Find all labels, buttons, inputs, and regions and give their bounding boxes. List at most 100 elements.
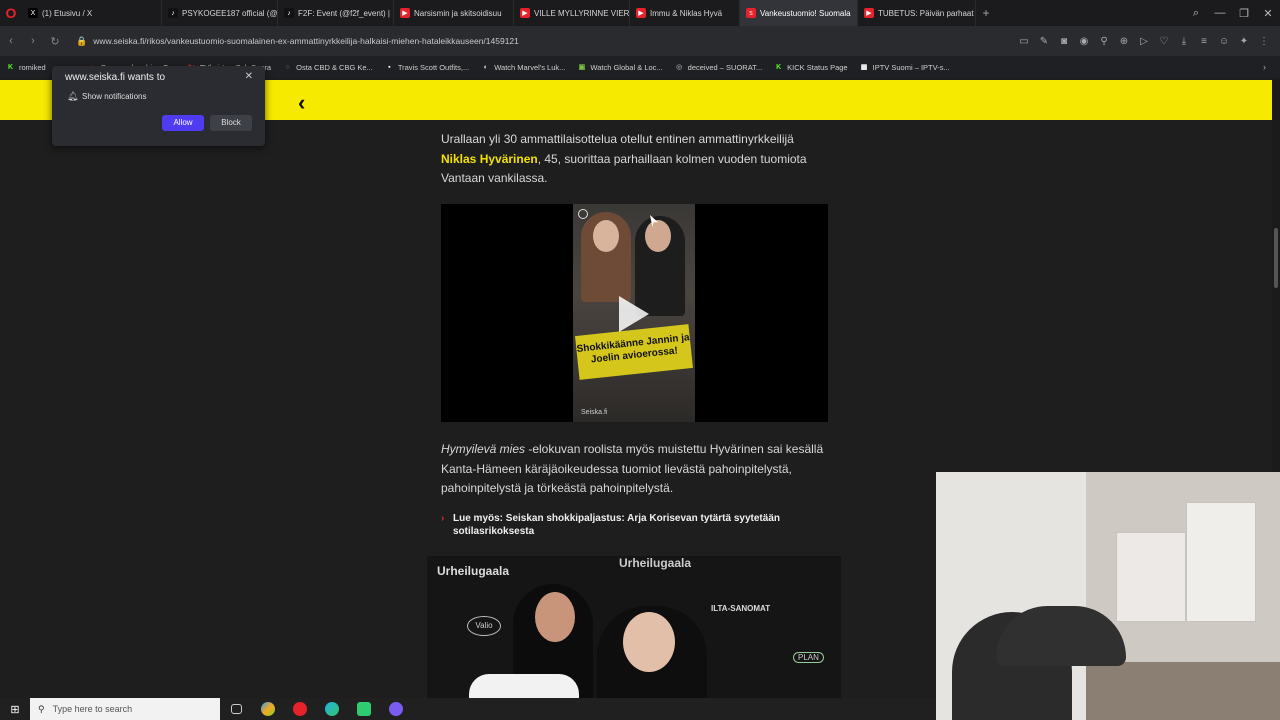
profile-icon[interactable]: ☺ <box>1214 36 1234 47</box>
task-view-icon[interactable] <box>220 698 252 720</box>
search-icon: ⚲ <box>38 703 45 714</box>
opera-taskbar-icon[interactable] <box>284 698 316 720</box>
extension-icon[interactable]: ✦ <box>1234 36 1254 47</box>
forward-button[interactable]: › <box>22 35 44 47</box>
address-tools: ▭ ✎ ◙ ◉ ⚲ ⊕ ▷ ♡ ⤓ ≡ ☺ ✦ ⋮ <box>1014 36 1280 47</box>
photos-app-icon[interactable] <box>252 698 284 720</box>
camera-icon[interactable]: ◙ <box>1054 36 1074 47</box>
browser-tab[interactable]: ▶ Narsismin ja skitsoidisuu <box>394 0 514 26</box>
allow-button[interactable]: Allow <box>162 115 204 131</box>
windows-taskbar: ⊞ ⚲ Type here to search <box>0 698 936 720</box>
zoom-icon[interactable]: ⊕ <box>1114 36 1134 47</box>
windows-start-icon[interactable]: ⊞ <box>0 703 30 716</box>
back-chevron-icon[interactable]: ‹ <box>298 90 305 116</box>
edit-icon[interactable]: ✎ <box>1034 36 1054 47</box>
tab-favicon-icon: ▶ <box>400 8 410 18</box>
tab-label: Narsismin ja skitsoidisuu <box>414 8 502 18</box>
video-banner: Shokkikäänne Jannin ja Joelin avioerossa… <box>575 324 693 380</box>
opera-menu-icon[interactable]: O <box>0 0 22 26</box>
play-icon[interactable] <box>619 296 649 332</box>
photo-sponsor-logo: ILTA-SANOMAT <box>711 604 771 613</box>
bell-icon: 🔔︎ <box>67 91 79 101</box>
bookmark-favicon-icon: ◎ <box>676 64 683 71</box>
bookmark-item[interactable]: ▣ Watch Global & Loc... <box>577 62 663 72</box>
reader-mode-icon[interactable]: ▭ <box>1014 36 1034 47</box>
search-tabs-icon[interactable]: ⌕ <box>1184 7 1208 20</box>
bookmark-label: Travis Scott Outfits,... <box>397 62 470 72</box>
browser-tab[interactable]: ♪ F2F: Event (@f2f_event) | <box>278 0 394 26</box>
video-player[interactable]: Shokkikäänne Jannin ja Joelin avioerossa… <box>441 204 828 422</box>
tab-label: VILLE MYLLYRINNE VIERA <box>534 8 630 18</box>
menu-icon[interactable]: ≡ <box>1194 36 1214 47</box>
browser-tab[interactable]: X (1) Etusivu / X <box>22 0 162 26</box>
photo-face <box>535 592 575 642</box>
bookmarks-overflow-icon[interactable]: › <box>1263 62 1266 72</box>
bookmark-favicon-icon: ▦ <box>860 64 868 71</box>
tab-favicon-icon: ▶ <box>520 8 530 18</box>
bookmark-item[interactable]: ◎ deceived – SUORAT... <box>675 63 762 72</box>
bookmark-favicon-icon: ◐ <box>483 63 488 71</box>
window-controls: ⌕ — ❐ ✕ <box>1184 0 1280 26</box>
photo-logo: Urheilugaala <box>437 564 510 578</box>
maximize-button[interactable]: ❐ <box>1232 7 1256 20</box>
browser-tab[interactable]: ▶ VILLE MYLLYRINNE VIERA <box>514 0 630 26</box>
photo-face <box>623 612 675 672</box>
prompt-text: Show notifications <box>82 92 147 101</box>
webcam-counter <box>1086 662 1280 720</box>
scrollbar-thumb[interactable] <box>1274 228 1278 288</box>
thumbnail-face <box>593 220 619 252</box>
video-info-icon[interactable] <box>578 209 588 219</box>
browser-tab[interactable]: ♪ PSYKOGEE187 official (@p <box>162 0 278 26</box>
block-button[interactable]: Block <box>210 115 252 131</box>
bookmark-item[interactable]: ◐ Watch Marvel's Luk... <box>481 63 566 72</box>
tab-label: PSYKOGEE187 official (@p <box>182 8 278 18</box>
new-tab-button[interactable]: + <box>976 6 996 20</box>
bookmark-label: Osta CBD & CBG Ke... <box>296 62 373 72</box>
bookmark-item[interactable]: ▪ Travis Scott Outfits,... <box>385 63 469 72</box>
lock-icon[interactable]: 🔒 <box>76 36 87 47</box>
bookmark-item[interactable]: K KICK Status Page <box>774 63 847 72</box>
discord-taskbar-icon[interactable] <box>380 698 412 720</box>
close-window-button[interactable]: ✕ <box>1256 7 1280 20</box>
close-icon[interactable]: ✕ <box>245 71 253 82</box>
app-taskbar-icon[interactable] <box>348 698 380 720</box>
tab-label: (1) Etusivu / X <box>42 8 93 18</box>
bookmark-label: romiked <box>19 62 46 72</box>
article-paragraph-1: Urallaan yli 30 ammattilaisottelua otell… <box>441 130 831 189</box>
download-icon[interactable]: ⤓ <box>1174 36 1194 47</box>
bookmark-item[interactable]: ○ Osta CBD & CBG Ke... <box>283 62 373 72</box>
read-more-link[interactable]: › Lue myös: Seiskan shokkipaljastus: Arj… <box>441 512 821 538</box>
bookmark-label: Watch Global & Loc... <box>590 62 663 72</box>
bookmark-favicon-icon: ▪ <box>388 63 391 71</box>
browser-tab[interactable]: s Vankeustuomio! Suomala <box>740 0 858 26</box>
read-more-text[interactable]: Lue myös: Seiskan shokkipaljastus: Arja … <box>453 513 780 537</box>
browser-tab[interactable]: ▶ TUBETUS: Päivän parhaat <box>858 0 976 26</box>
url-field[interactable]: www.seiska.fi/rikos/vankeustuomio-suomal… <box>93 36 1014 46</box>
tab-favicon-icon: s <box>746 8 756 18</box>
player-icon[interactable]: ▷ <box>1134 36 1154 47</box>
back-button[interactable]: ‹ <box>0 35 22 47</box>
tab-favicon-icon: ♪ <box>168 8 178 18</box>
heart-icon[interactable]: ♡ <box>1154 36 1174 47</box>
reload-button[interactable]: ↻ <box>44 35 66 48</box>
minimize-button[interactable]: — <box>1208 7 1232 19</box>
bookmark-item[interactable]: ▦ IPTV Suomi – IPTV-s... <box>860 63 950 72</box>
tab-favicon-icon: ▶ <box>636 8 646 18</box>
video-brand: Seiska.fi <box>581 409 608 416</box>
bookmark-favicon-icon: K <box>776 63 782 71</box>
person-link[interactable]: Niklas Hyvärinen <box>441 152 538 166</box>
taskbar-search[interactable]: ⚲ Type here to search <box>30 698 220 720</box>
edge-taskbar-icon[interactable] <box>316 698 348 720</box>
paragraph-text: Urallaan yli 30 ammattilaisottelua otell… <box>441 132 794 146</box>
bookmark-label: IPTV Suomi – IPTV-s... <box>872 62 950 72</box>
webcam-cabinet <box>1186 502 1256 622</box>
vpn-icon[interactable]: ◉ <box>1074 36 1094 47</box>
prompt-title: www.seiska.fi wants to <box>65 72 166 83</box>
easy-setup-icon[interactable]: ⋮ <box>1254 36 1274 47</box>
bookmark-item[interactable]: Kromiked <box>6 63 46 72</box>
translate-icon[interactable]: ⚲ <box>1094 36 1114 47</box>
tab-favicon-icon: ♪ <box>284 8 294 18</box>
bookmark-favicon-icon: K <box>7 63 14 71</box>
photo-logo: Urheilugaala <box>619 556 692 570</box>
browser-tab[interactable]: ▶ Immu & Niklas Hyvä <box>630 0 740 26</box>
